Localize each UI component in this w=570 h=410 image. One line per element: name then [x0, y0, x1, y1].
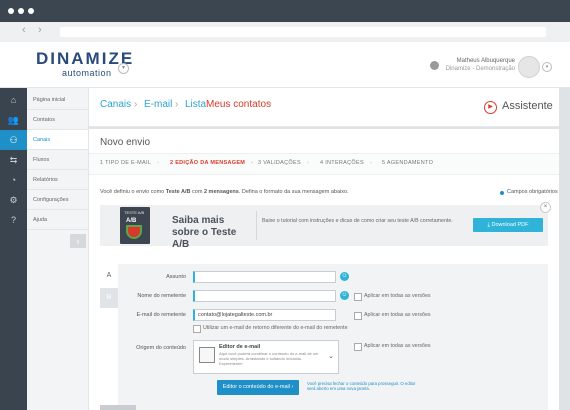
- reply-email-checkbox[interactable]: [193, 325, 201, 333]
- apply-all-checkbox[interactable]: [354, 343, 362, 351]
- divider: [256, 211, 257, 240]
- sidebar-item-reports[interactable]: Relatórios: [27, 170, 88, 190]
- forward-icon[interactable]: ›: [38, 24, 42, 36]
- sender-name-label: Nome do remetente: [137, 293, 186, 299]
- reports-icon[interactable]: ◔: [0, 170, 27, 190]
- collapse-sidebar-button[interactable]: ‹: [70, 234, 86, 248]
- close-icon[interactable]: ×: [540, 202, 551, 213]
- open-editor-button[interactable]: Editor o conteúdo do e-mail ›: [217, 380, 299, 395]
- sidebar-item-channels[interactable]: Canais: [27, 130, 88, 150]
- subject-input[interactable]: [193, 271, 336, 283]
- tab-version-a[interactable]: A: [100, 266, 118, 286]
- user-name: Matheus Albuquerque: [456, 58, 515, 64]
- account-dropdown-icon[interactable]: ▾: [118, 63, 129, 74]
- home-icon[interactable]: ⌂: [0, 90, 27, 110]
- step-2[interactable]: 2 EDIÇÃO DA MENSAGEM ›: [170, 160, 253, 166]
- emoji-icon[interactable]: ☺: [340, 272, 349, 281]
- required-fields-note: Campos obrigatórios: [507, 189, 558, 195]
- sender-email-input[interactable]: contato@lojategalteste.com.br: [193, 309, 336, 321]
- intro-text: Você definiu o envio como Teste A/B com …: [100, 189, 349, 195]
- breadcrumb-canais[interactable]: Canais: [100, 99, 131, 110]
- breadcrumb-current-list[interactable]: Meus contatos: [206, 99, 271, 110]
- editor-note: Você precisa fechar o conteúdo para pros…: [307, 381, 416, 391]
- required-indicator-icon: [500, 191, 504, 195]
- apply-all-label: Aplicar em todas as versões: [364, 293, 431, 299]
- sender-name-input[interactable]: [193, 290, 336, 302]
- list-dropdown-icon[interactable]: ⌄: [265, 97, 273, 108]
- origin-option-description: Aqui você poderá combinar o conteúdo do …: [219, 351, 319, 366]
- step-4[interactable]: 4 INTERAÇÕES ›: [320, 160, 372, 166]
- apply-all-checkbox[interactable]: [354, 312, 362, 320]
- subject-label: Assunto: [166, 274, 186, 280]
- users-icon[interactable]: 👥: [0, 110, 27, 130]
- user-organization: Dinamize - Demonstração: [445, 66, 515, 72]
- step-1[interactable]: 1 TIPO DE E-MAIL ›: [100, 160, 159, 166]
- reply-email-label: Utilizar um e-mail de retorno diferente …: [203, 325, 348, 331]
- breadcrumb-separator: ›: [134, 99, 138, 110]
- ebook-label: TESTE A/B: [124, 210, 145, 215]
- window-titlebar: [0, 0, 570, 22]
- sidebar-item-home[interactable]: Página inicial: [27, 90, 88, 110]
- window-control-dot[interactable]: [28, 8, 34, 14]
- promo-description: Baixe o tutorial com instruções e dicas …: [262, 218, 453, 224]
- page-title: Novo envio: [100, 137, 151, 148]
- apply-all-checkbox[interactable]: [354, 293, 362, 301]
- step-5[interactable]: 5 AGENDAMENTO: [382, 160, 433, 166]
- origin-option-title: Editor de e-mail: [219, 344, 261, 350]
- user-menu-dropdown-icon[interactable]: ▾: [542, 62, 552, 72]
- ebook-ab-text: A/B: [126, 218, 137, 224]
- origin-label: Origem do conteúdo: [136, 345, 186, 351]
- email-editor-icon: [199, 347, 215, 363]
- sender-email-label: E-mail do remetente: [136, 312, 186, 318]
- sidebar-item-help[interactable]: Ajuda: [27, 210, 88, 230]
- back-icon[interactable]: ‹: [22, 24, 26, 36]
- breadcrumb-separator: ›: [175, 99, 179, 110]
- bottom-button-partial[interactable]: [100, 405, 136, 410]
- settings-icon[interactable]: ⚙: [0, 190, 27, 210]
- avatar[interactable]: [518, 56, 540, 78]
- emoji-icon[interactable]: ☺: [340, 291, 349, 300]
- channels-icon[interactable]: ⚇: [0, 130, 27, 150]
- chevron-down-icon[interactable]: ⌄: [328, 352, 334, 360]
- address-bar[interactable]: [60, 27, 546, 37]
- breadcrumb-email[interactable]: E-mail: [144, 99, 172, 110]
- window-control-dot[interactable]: [18, 8, 24, 14]
- tab-version-b[interactable]: B: [100, 288, 118, 308]
- sidebar-item-contacts[interactable]: Contatos: [27, 110, 88, 130]
- step-3[interactable]: 3 VALIDAÇÕES ›: [258, 160, 309, 166]
- brand-subtitle: automation: [62, 68, 112, 78]
- sidebar-item-flows[interactable]: Fluxos: [27, 150, 88, 170]
- apply-all-label: Aplicar em todas as versões: [364, 343, 431, 349]
- window-control-dot[interactable]: [8, 8, 14, 14]
- breadcrumb-lista[interactable]: Lista: [185, 99, 206, 110]
- help-icon[interactable]: ?: [0, 210, 27, 230]
- sidebar-item-settings[interactable]: Configurações: [27, 190, 88, 210]
- promo-title: Saiba mais sobre o Teste A/B: [172, 215, 237, 250]
- apply-all-label: Aplicar em todas as versões: [364, 312, 431, 318]
- notification-icon[interactable]: [430, 61, 439, 70]
- flows-icon[interactable]: ⇆: [0, 150, 27, 170]
- play-icon[interactable]: ▶: [484, 101, 497, 114]
- download-pdf-button[interactable]: ⤓ Download PDF: [473, 218, 543, 232]
- assistant-button[interactable]: Assistente: [502, 100, 553, 112]
